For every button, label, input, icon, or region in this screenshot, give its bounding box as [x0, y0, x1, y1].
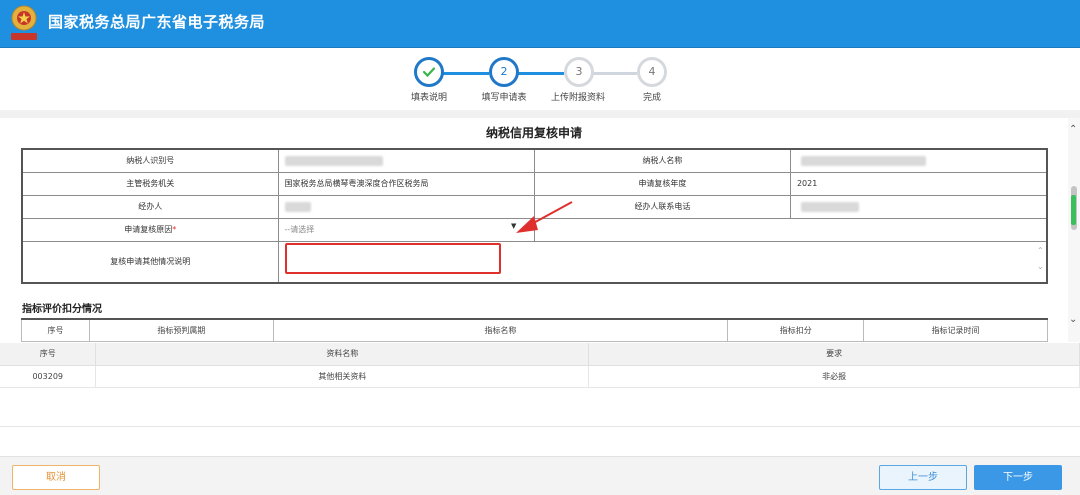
progress-stepper [0, 48, 1080, 110]
cancel-button[interactable]: 取消 [12, 465, 100, 490]
review-reason-label: 申请复核原因* [21, 217, 279, 242]
step-1-circle [414, 57, 444, 87]
form-scrollbar[interactable]: ⌃ ⌄ [1068, 118, 1080, 342]
textarea-scroll-down-icon[interactable]: ⌄ [1037, 262, 1044, 272]
index-deduction-table: 序号 指标预判属期 指标名称 指标扣分 指标记录时间 [21, 318, 1048, 342]
taxpayer-id-label: 纳税人识别号 [21, 148, 279, 173]
index-col-time: 指标记录时间 [863, 318, 1048, 342]
tax-authority-value: 国家税务总局横琴粤澳深度合作区税务局 [277, 171, 535, 196]
checkmark-icon [422, 67, 436, 78]
step-4-label: 完成 [642, 93, 662, 103]
handler-label: 经办人 [21, 194, 279, 219]
app-title: 国家税务总局广东省电子税务局 [48, 13, 266, 31]
blank-cell [533, 217, 1048, 242]
step-3-label: 上传附报资料 [550, 93, 606, 103]
scroll-down-icon[interactable]: ⌄ [1069, 314, 1077, 325]
attachment-table: 序号 资料名称 要求 003209 其他相关资料 非必报 [0, 343, 1080, 388]
form-title: 纳税信用复核申请 [485, 126, 582, 140]
scroll-indicator [1071, 195, 1076, 225]
review-reason-placeholder: --请选择 [284, 225, 315, 234]
review-year-label: 申请复核年度 [533, 171, 791, 196]
other-notes-label: 复核申请其他情况说明 [21, 240, 279, 284]
step-4-circle: 4 [637, 57, 667, 87]
taxpayer-id-value [277, 148, 535, 173]
handler-phone-label: 经办人联系电话 [533, 194, 791, 219]
next-step-button[interactable]: 下一步 [974, 465, 1062, 490]
att-col-number: 序号 [0, 343, 97, 366]
tax-emblem-icon [11, 5, 37, 40]
previous-step-button[interactable]: 上一步 [879, 465, 967, 490]
step-2-circle: 2 [489, 57, 519, 87]
taxpayer-name-label: 纳税人名称 [533, 148, 791, 173]
index-col-number: 序号 [21, 318, 90, 342]
step-connector-2 [516, 72, 564, 75]
divider-band [0, 110, 1080, 118]
index-col-period: 指标预判属期 [88, 318, 274, 342]
taxpayer-name-value [789, 148, 1048, 173]
tax-authority-label: 主管税务机关 [21, 171, 279, 196]
step-1-label: 填表说明 [410, 93, 448, 103]
textarea-scroll-up-icon[interactable]: ⌃ [1037, 246, 1044, 256]
required-marker: * [172, 225, 177, 234]
index-col-name: 指标名称 [272, 318, 729, 342]
att-col-requirement: 要求 [588, 343, 1080, 366]
index-col-deduction: 指标扣分 [727, 318, 865, 342]
divider [0, 426, 1080, 427]
review-year-value: 2021 [789, 171, 1048, 196]
table-row[interactable]: 003209 其他相关资料 非必报 [0, 365, 1080, 388]
review-reason-label-text: 申请复核原因 [124, 225, 173, 234]
top-header-bar: 国家税务总局广东省电子税务局 [0, 0, 1080, 48]
form-panel: 纳税信用复核申请 纳税人识别号 纳税人名称 主管税务机关 国家税务总局横琴粤澳深… [0, 118, 1068, 342]
handler-phone-value [789, 194, 1048, 219]
att-col-name: 资料名称 [95, 343, 590, 366]
att-row-requirement: 非必报 [588, 365, 1080, 388]
step-3-circle: 3 [564, 57, 594, 87]
highlight-box [285, 243, 501, 274]
chevron-down-icon[interactable]: ▼ [511, 222, 516, 230]
review-reason-select[interactable]: --请选择 [277, 217, 535, 242]
index-section-title: 指标评价扣分情况 [22, 304, 102, 315]
scroll-up-icon[interactable]: ⌃ [1069, 124, 1077, 135]
step-connector-1 [441, 72, 489, 75]
att-row-number: 003209 [0, 365, 97, 388]
handler-value [277, 194, 535, 219]
att-row-name: 其他相关资料 [95, 365, 590, 388]
application-form-table: 纳税人识别号 纳税人名称 主管税务机关 国家税务总局横琴粤澳深度合作区税务局 申… [21, 148, 1048, 284]
step-connector-3 [591, 72, 637, 75]
step-2-label: 填写申请表 [481, 93, 527, 103]
